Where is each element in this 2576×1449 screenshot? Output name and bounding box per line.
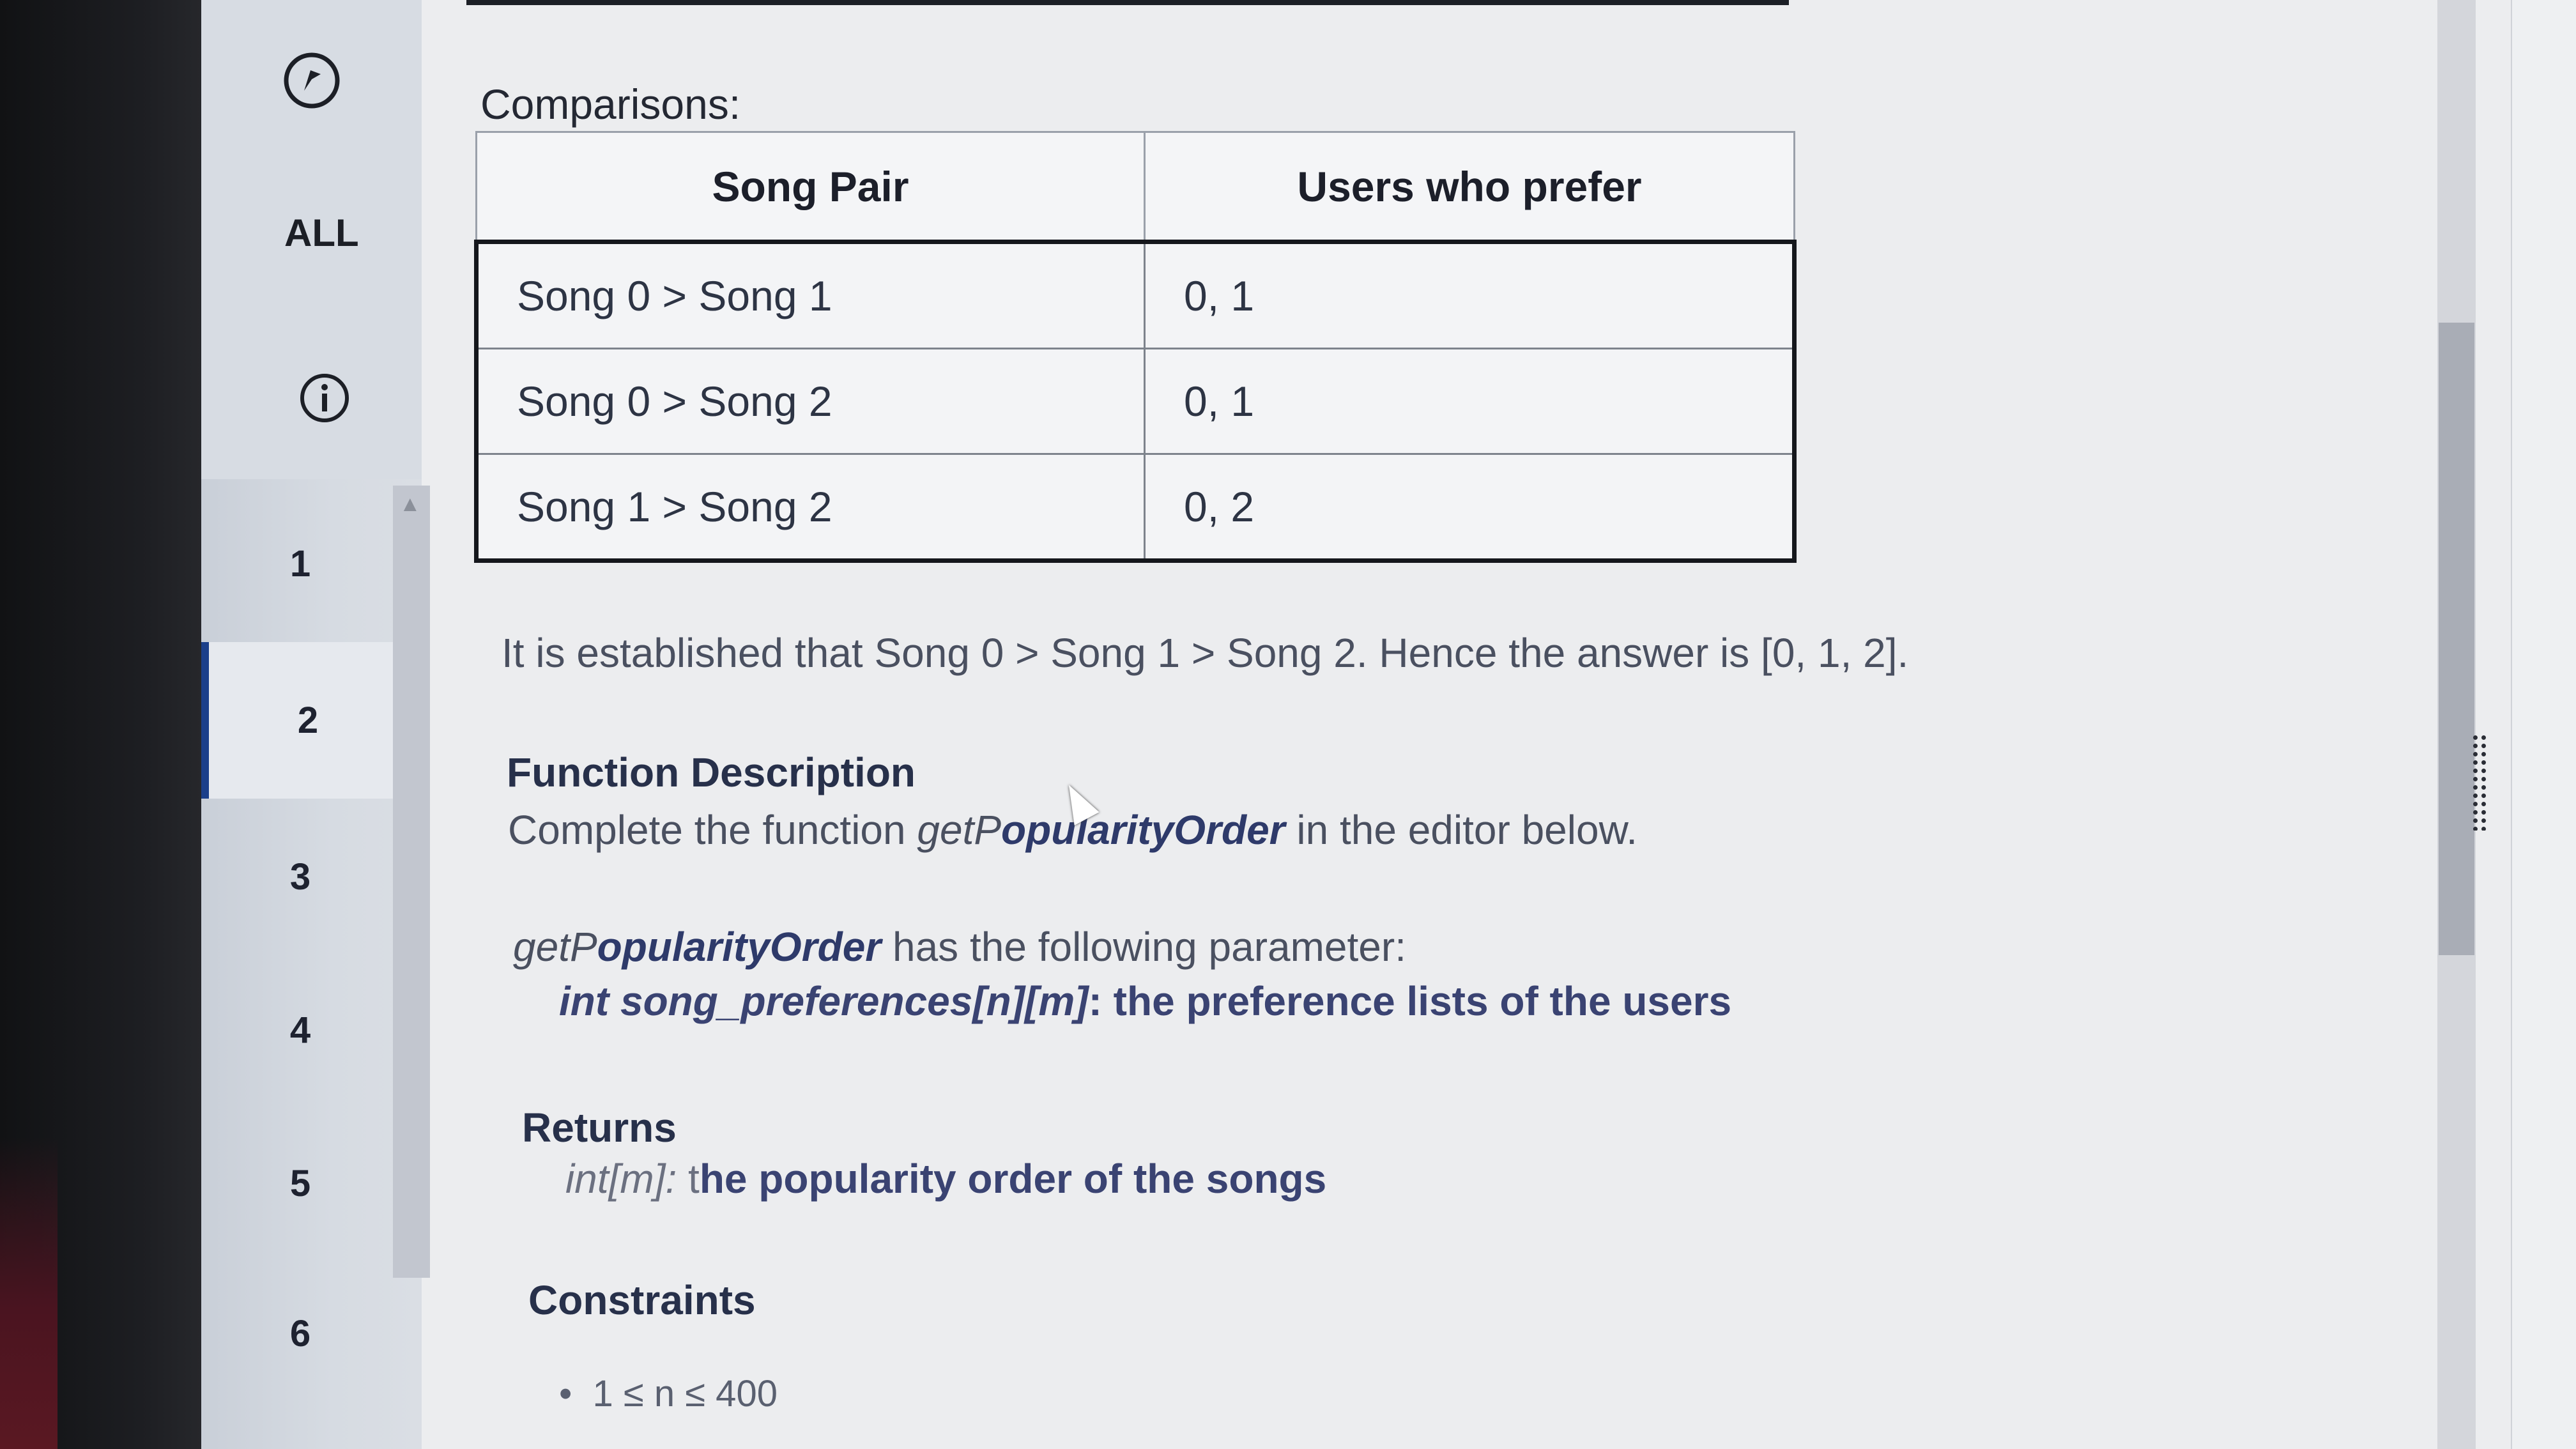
info-icon[interactable] <box>298 372 351 424</box>
resize-grip-icon[interactable] <box>2471 733 2488 831</box>
table-cell: 0, 2 <box>1144 453 1795 562</box>
table-cell: Song 0 > Song 2 <box>475 348 1146 455</box>
compass-icon[interactable] <box>282 51 341 110</box>
parameter-intro-text: has the following parameter: <box>881 924 1406 970</box>
table-header-song-pair: Song Pair <box>475 131 1146 243</box>
table-cell: Song 0 > Song 1 <box>475 241 1146 349</box>
param-function-name-bold: opularityOrder <box>597 924 882 970</box>
function-description-heading: Function Description <box>507 749 916 795</box>
all-questions-label[interactable]: ALL <box>284 211 359 255</box>
bezel-reflection <box>0 1137 57 1449</box>
question-nav-item-5[interactable]: 5 <box>201 1105 399 1262</box>
constraint-item: • 1 ≤ n ≤ 400 <box>559 1372 778 1415</box>
question-sidebar: ALL 1 2 3 4 5 6 ▲ <box>201 0 430 1449</box>
returns-description: he popularity order of the songs <box>699 1156 1327 1202</box>
table-row: Song 0 > Song 2 0, 1 <box>475 348 1795 455</box>
top-divider <box>466 0 1789 5</box>
returns-heading: Returns <box>522 1105 677 1151</box>
question-nav-item-6[interactable]: 6 <box>201 1255 399 1412</box>
parameter-description: : the preference lists of the users <box>1088 978 1732 1024</box>
table-header-users: Users who prefer <box>1144 131 1795 243</box>
returns-type: int[m]: <box>565 1156 677 1202</box>
constraint-text: 1 ≤ n ≤ 400 <box>592 1373 778 1414</box>
content-scrollbar-thumb[interactable] <box>2439 323 2474 955</box>
bullet-icon: • <box>559 1373 572 1414</box>
conclusion-text: It is established that Song 0 > Song 1 >… <box>502 630 1909 676</box>
parameter-intro: getPopularityOrder has the following par… <box>513 923 1406 970</box>
table-cell: Song 1 > Song 2 <box>475 453 1146 562</box>
table-cell: 0, 1 <box>1144 241 1795 349</box>
table-row: Song 1 > Song 2 0, 2 <box>475 453 1795 562</box>
question-nav-item-4[interactable]: 4 <box>201 952 399 1108</box>
param-function-name-italic: getP <box>513 924 597 970</box>
table-cell: 0, 1 <box>1144 348 1795 455</box>
function-description-prefix: Complete the function <box>508 807 917 853</box>
editor-panel-edge[interactable] <box>2511 0 2576 1449</box>
scroll-up-arrow-icon[interactable]: ▲ <box>399 492 421 517</box>
comparisons-table: Song Pair Users who prefer Song 0 > Song… <box>474 131 1797 563</box>
function-name-italic: getP <box>917 807 1002 853</box>
constraints-heading: Constraints <box>528 1277 756 1323</box>
returns-line: int[m]: the popularity order of the song… <box>565 1155 1326 1202</box>
question-nav-item-2[interactable]: 2 <box>201 642 407 799</box>
function-description-suffix: in the editor below. <box>1285 807 1638 853</box>
question-nav-item-1[interactable]: 1 <box>201 486 399 642</box>
comparisons-label: Comparisons: <box>480 80 741 128</box>
parameter-signature: int song_preferences[n][m] <box>559 978 1089 1024</box>
table-row: Song 0 > Song 1 0, 1 <box>475 241 1795 349</box>
function-name-bold: opularityOrder <box>1001 807 1285 853</box>
returns-description-first: t <box>677 1156 700 1202</box>
question-nav-item-3[interactable]: 3 <box>201 799 399 955</box>
problem-statement: Comparisons: Song Pair Users who prefer … <box>422 0 2434 1449</box>
parameter-line: int song_preferences[n][m]: the preferen… <box>559 977 1731 1025</box>
